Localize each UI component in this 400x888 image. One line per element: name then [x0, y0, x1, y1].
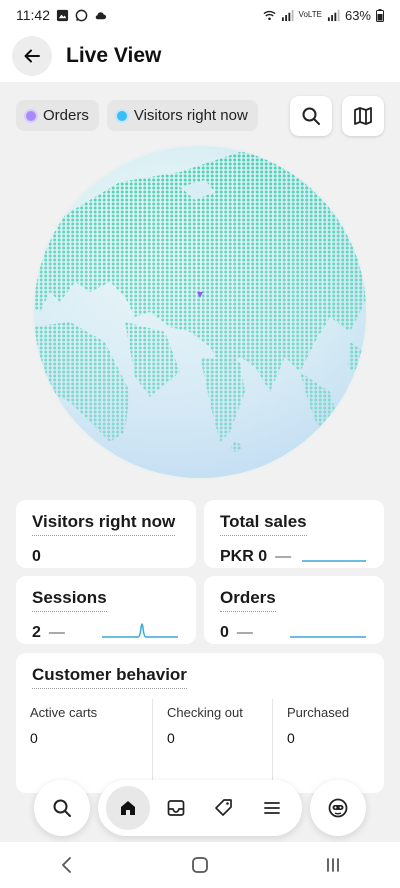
orders-dot-icon [26, 110, 36, 121]
total-sales-dash: — [275, 548, 292, 565]
map-icon [354, 107, 372, 125]
live-map[interactable]: Orders Visitors right now [0, 82, 400, 500]
checking-out-label: Checking out [167, 705, 243, 720]
battery-percent: 63% [344, 7, 371, 23]
tag-icon [215, 799, 232, 816]
legend-visitors-label: Visitors right now [133, 107, 248, 124]
search-icon [302, 107, 320, 125]
page-title: Live View [66, 44, 162, 67]
active-carts-value: 0 [30, 730, 38, 746]
orders-dash: — [236, 624, 253, 641]
legend-orders-label: Orders [43, 107, 89, 124]
nav-products-button[interactable] [202, 786, 246, 830]
signal-icon [281, 9, 294, 21]
visitors-now-card[interactable]: Visitors right now 0 [16, 500, 196, 568]
purchased-value: 0 [287, 730, 295, 746]
nav-pill [98, 780, 302, 836]
active-carts-label: Active carts [30, 705, 98, 720]
sessions-dash: — [48, 624, 65, 641]
nav-home-button[interactable] [106, 786, 150, 830]
visitors-now-number: 0 [32, 548, 41, 565]
cloud-icon [95, 11, 107, 19]
sessions-card[interactable]: Sessions 2 — [16, 576, 196, 644]
search-icon [53, 799, 71, 817]
app-header: Live View [0, 30, 400, 82]
inbox-icon [167, 800, 185, 816]
system-back-icon[interactable] [57, 855, 77, 875]
network-type: VoLTE [298, 10, 322, 19]
customer-behavior-title: Customer behavior [32, 665, 187, 689]
system-recents-icon[interactable] [323, 855, 343, 875]
gallery-icon [56, 9, 69, 21]
map-legend: Orders Visitors right now [16, 100, 258, 131]
nav-search-button[interactable] [34, 780, 90, 836]
arrow-left-icon [24, 49, 40, 63]
total-sales-sparkline [302, 560, 366, 562]
customer-behavior-card[interactable]: Customer behavior Active carts 0 Checkin… [16, 653, 384, 793]
legend-orders[interactable]: Orders [16, 100, 99, 131]
purchased-label: Purchased [287, 705, 350, 720]
status-bar: 11:42 VoLTE 63% [0, 0, 400, 30]
assistant-icon [328, 798, 348, 818]
visitors-now-title: Visitors right now [32, 512, 176, 536]
map-tools [290, 96, 384, 136]
nav-inbox-button[interactable] [154, 786, 198, 830]
orders-title: Orders [220, 588, 276, 612]
orders-card[interactable]: Orders 0 — [204, 576, 384, 644]
total-sales-number: PKR 0 [220, 548, 268, 565]
sessions-sparkline [102, 623, 178, 638]
visitors-dot-icon [116, 110, 127, 121]
orders-number: 0 [220, 624, 229, 641]
map-search-button[interactable] [290, 96, 332, 136]
system-home-icon[interactable] [190, 855, 210, 875]
signal-icon-2 [327, 9, 340, 21]
sessions-number: 2 [32, 624, 41, 641]
checking-out-value: 0 [167, 730, 175, 746]
battery-icon [376, 8, 384, 22]
nav-assistant-button[interactable] [310, 780, 366, 836]
visitors-now-value: 0 [32, 548, 180, 566]
sessions-title: Sessions [32, 588, 107, 612]
nav-menu-button[interactable] [250, 786, 294, 830]
whatsapp-icon [75, 9, 88, 21]
orders-sparkline [290, 636, 366, 638]
system-nav-bar [0, 842, 400, 888]
clock: 11:42 [16, 7, 50, 23]
total-sales-card[interactable]: Total sales PKR 0 — [204, 500, 384, 568]
bottom-nav [0, 778, 400, 838]
globe[interactable] [30, 142, 370, 482]
wifi-icon [263, 10, 276, 20]
total-sales-title: Total sales [220, 512, 307, 536]
home-icon [121, 801, 135, 815]
legend-visitors[interactable]: Visitors right now [106, 100, 258, 131]
menu-icon [264, 802, 280, 814]
map-view-button[interactable] [342, 96, 384, 136]
back-button[interactable] [12, 36, 52, 76]
